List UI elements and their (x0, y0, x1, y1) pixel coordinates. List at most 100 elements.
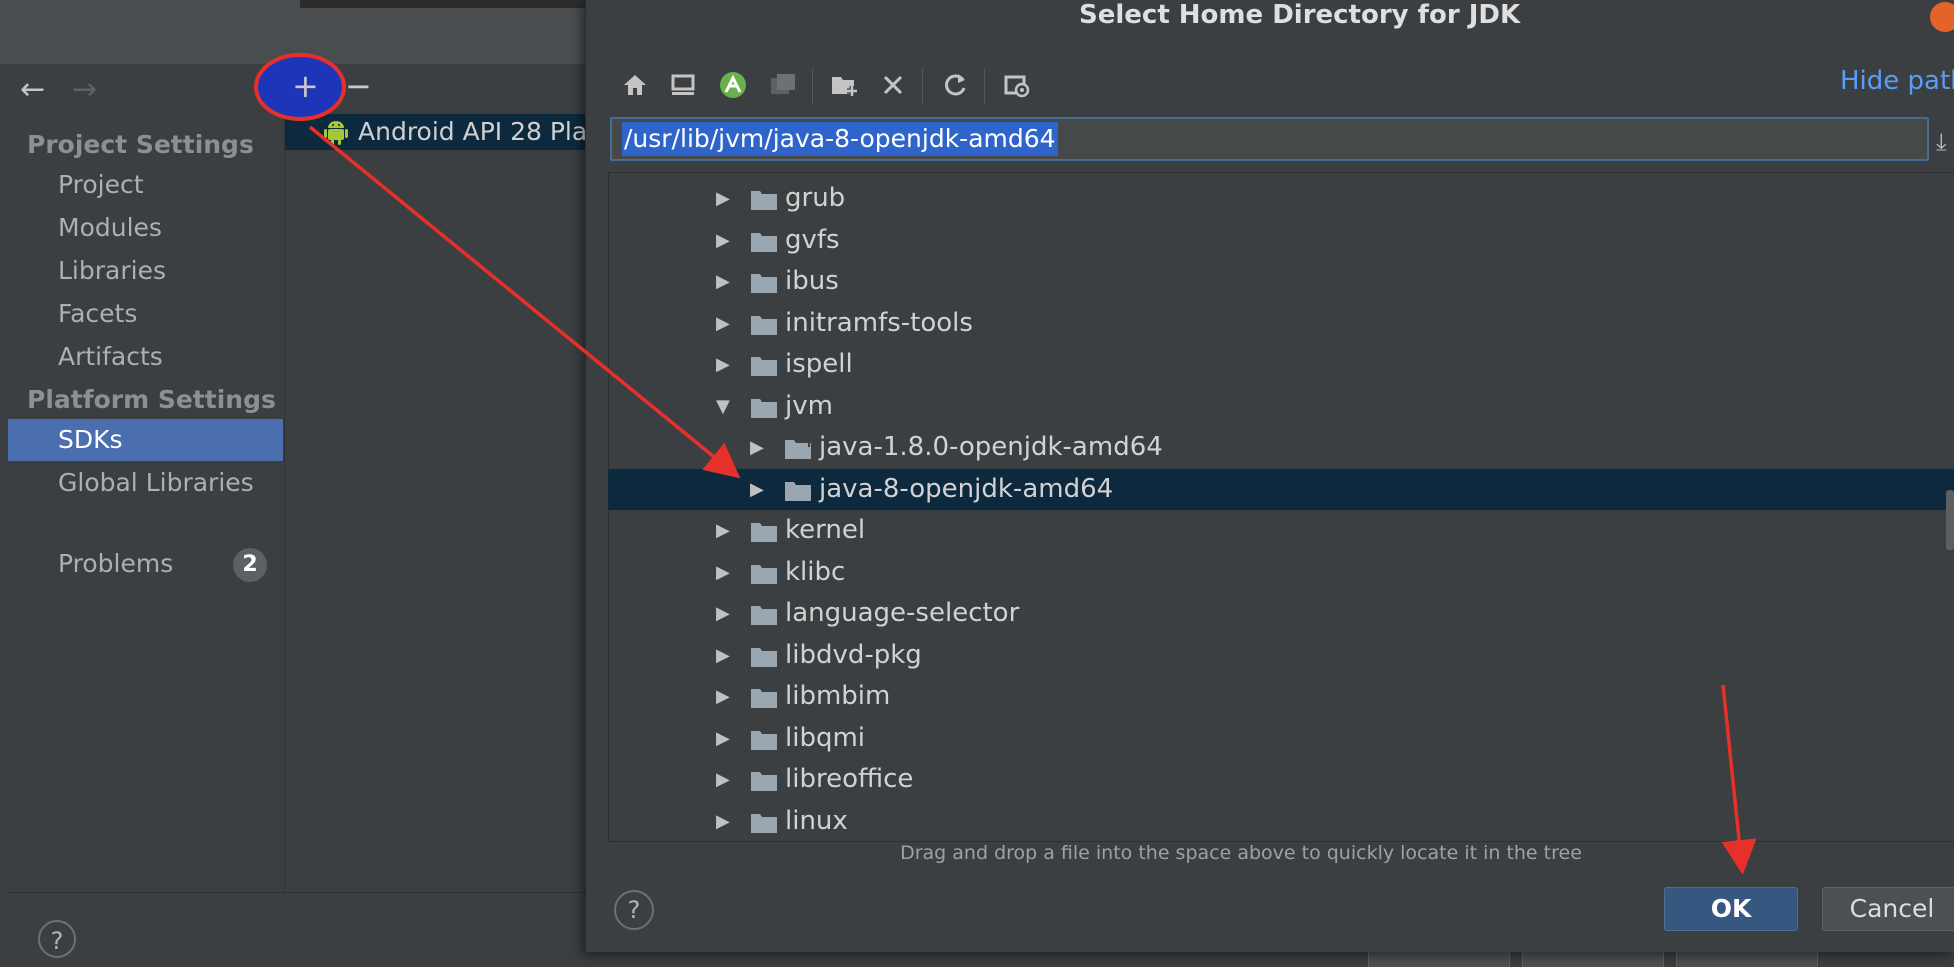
folder-icon (751, 606, 777, 625)
sidebar-item-libraries[interactable]: Libraries (58, 256, 166, 285)
sidebar-item-project[interactable]: Project (58, 170, 144, 199)
sidebar-item-sdks[interactable]: SDKs (58, 425, 123, 454)
collapsed-arrow-icon[interactable]: ▶ (716, 759, 730, 800)
hide-path-link[interactable]: Hide path (1840, 66, 1954, 96)
folder-icon (751, 316, 777, 335)
tree-row[interactable]: ▶ initramfs-tools (608, 303, 1954, 344)
tree-item-label[interactable]: language-selector (785, 593, 1019, 634)
collapsed-arrow-icon[interactable]: ▶ (716, 220, 730, 261)
collapsed-arrow-icon[interactable]: ▶ (716, 344, 730, 385)
collapsed-arrow-icon[interactable]: ▶ (750, 469, 764, 510)
settings-bottom-bar (8, 892, 608, 967)
path-input-value[interactable]: /usr/lib/jvm/java-8-openjdk-amd64 (622, 122, 1058, 156)
sidebar-item-facets[interactable]: Facets (58, 299, 137, 328)
collapsed-arrow-icon[interactable]: ▶ (750, 427, 764, 468)
tree-row[interactable]: ▶ java-1.8.0-openjdk-amd64 (608, 427, 1954, 468)
sdk-list-item-label[interactable]: Android API 28 Platform (358, 114, 588, 150)
folder-icon (751, 399, 777, 418)
sidebar-item-problems[interactable]: Problems (58, 549, 173, 578)
back-arrow-icon[interactable]: ← (20, 72, 45, 108)
collapsed-arrow-icon[interactable]: ▶ (716, 552, 730, 593)
folder-icon (785, 482, 811, 501)
remove-sdk-button[interactable]: − (345, 68, 372, 104)
folder-icon (751, 814, 777, 833)
tree-scrollbar-thumb[interactable] (1946, 490, 1954, 550)
sidebar-item-global-libraries[interactable]: Global Libraries (58, 468, 254, 497)
collapsed-arrow-icon[interactable]: ▶ (716, 593, 730, 634)
tree-row[interactable]: ▶ libdvd-pkg (608, 635, 1954, 676)
toolbar-separator (812, 68, 813, 104)
tree-row[interactable]: ▶ java-8-openjdk-amd64 (608, 469, 1954, 510)
background-window-strip (300, 0, 590, 8)
settings-help-button[interactable]: ? (38, 920, 76, 958)
folder-icon (751, 523, 777, 542)
expanded-arrow-icon[interactable]: ▼ (716, 386, 730, 427)
folder-icon (751, 191, 777, 210)
android-sdk-icon[interactable] (716, 68, 750, 102)
toolbar-separator (984, 68, 985, 104)
dialog-title: Select Home Directory for JDK (1079, 0, 1521, 30)
folder-icon (751, 565, 777, 584)
dialog-close-button[interactable] (1930, 2, 1954, 32)
tree-row[interactable]: ▶ linux (608, 801, 1954, 842)
tree-item-label[interactable]: libqmi (785, 718, 865, 759)
collapsed-arrow-icon[interactable]: ▶ (716, 303, 730, 344)
collapsed-arrow-icon[interactable]: ▶ (716, 718, 730, 759)
collapsed-arrow-icon[interactable]: ▶ (716, 635, 730, 676)
collapsed-arrow-icon[interactable]: ▶ (716, 261, 730, 302)
collapsed-arrow-icon[interactable]: ▶ (716, 676, 730, 717)
path-download-icon[interactable]: ⤓ (1936, 128, 1947, 156)
tree-item-label[interactable]: gvfs (785, 220, 840, 261)
tree-row[interactable]: ▶ kernel (608, 510, 1954, 551)
drag-drop-hint: Drag and drop a file into the space abov… (900, 842, 1582, 864)
tree-item-label[interactable]: initramfs-tools (785, 303, 973, 344)
tree-item-label[interactable]: grub (785, 178, 845, 219)
cancel-button[interactable]: Cancel (1822, 887, 1954, 931)
folder-icon (751, 731, 777, 750)
tree-item-label[interactable]: jvm (785, 386, 833, 427)
sidebar-item-modules[interactable]: Modules (58, 213, 162, 242)
tree-row[interactable]: ▶ klibc (608, 552, 1954, 593)
tree-row[interactable]: ▼ jvm (608, 386, 1954, 427)
project-icon[interactable] (766, 68, 800, 102)
folder-icon (751, 233, 777, 252)
home-icon[interactable] (618, 68, 652, 102)
toolbar-separator (922, 68, 923, 104)
folder-icon (751, 772, 777, 791)
tree-row[interactable]: ▶ libqmi (608, 718, 1954, 759)
desktop-icon[interactable] (666, 68, 700, 102)
collapsed-arrow-icon[interactable]: ▶ (716, 801, 730, 842)
sidebar-item-artifacts[interactable]: Artifacts (58, 342, 163, 371)
tree-row[interactable]: ▶ ibus (608, 261, 1954, 302)
tree-item-label[interactable]: ispell (785, 344, 853, 385)
tree-row[interactable]: ▶ libmbim (608, 676, 1954, 717)
tree-item-label[interactable]: libreoffice (785, 759, 913, 800)
tree-item-label[interactable]: libdvd-pkg (785, 635, 922, 676)
section-project-settings: Project Settings (27, 130, 254, 159)
tree-row[interactable]: ▶ language-selector (608, 593, 1954, 634)
tree-row[interactable]: ▶ gvfs (608, 220, 1954, 261)
tree-item-label[interactable]: libmbim (785, 676, 890, 717)
section-platform-settings: Platform Settings (27, 385, 276, 414)
tree-item-label[interactable]: ibus (785, 261, 839, 302)
tree-item-label[interactable]: java-8-openjdk-amd64 (819, 469, 1113, 510)
tree-row[interactable]: ▶ ispell (608, 344, 1954, 385)
delete-icon[interactable] (876, 68, 910, 102)
new-folder-icon[interactable] (828, 68, 862, 102)
forward-arrow-icon[interactable]: → (72, 72, 97, 108)
tree-item-label[interactable]: java-1.8.0-openjdk-amd64 (819, 427, 1163, 468)
show-hidden-icon[interactable] (1000, 68, 1034, 102)
collapsed-arrow-icon[interactable]: ▶ (716, 510, 730, 551)
tree-item-label[interactable]: kernel (785, 510, 865, 551)
tree-row[interactable]: ▶ grub (608, 178, 1954, 219)
sdk-list-panel (285, 112, 590, 892)
add-sdk-button[interactable]: + (292, 68, 319, 104)
tree-item-label[interactable]: klibc (785, 552, 845, 593)
refresh-icon[interactable] (938, 68, 972, 102)
tree-item-label[interactable]: linux (785, 801, 848, 842)
collapsed-arrow-icon[interactable]: ▶ (716, 178, 730, 219)
folder-link-icon (785, 440, 811, 459)
ok-button[interactable]: OK (1664, 887, 1798, 931)
dialog-help-button[interactable]: ? (614, 890, 654, 930)
tree-row[interactable]: ▶ libreoffice (608, 759, 1954, 800)
